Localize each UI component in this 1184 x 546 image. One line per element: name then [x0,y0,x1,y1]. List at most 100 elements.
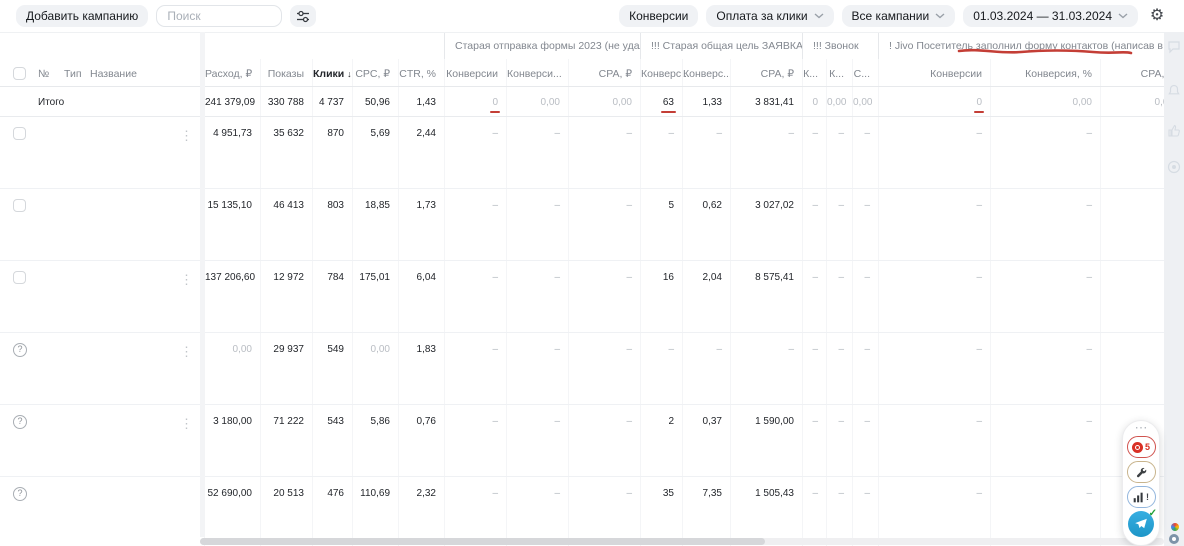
goal-group-label: !!! Звонок [813,40,859,52]
metric-value: 0,00 [232,344,252,355]
collapsed-side-panel [1164,32,1184,546]
column-header-name: Название [90,68,137,80]
table-row: ? ⋮ 3 180,00 71 222 543 5,86 0,76– – –2 0,37 1 590… [0,405,1182,477]
metric-cell: 110,69 [352,477,398,546]
metric-cell: – [852,117,878,188]
metric-value: – [716,128,722,139]
date-range-dropdown[interactable]: 01.03.2024 — 31.03.2024 [963,5,1138,27]
column-header[interactable]: CTR, % [398,59,444,86]
metric-cell: 16 [640,261,682,332]
horizontal-scrollbar-track[interactable] [200,538,1164,545]
metric-value: 1,33 [702,97,722,108]
metric-value: 4 737 [318,97,344,108]
row-fixed-column: ? ⋮ [0,405,204,476]
metric-cell: – [852,189,878,260]
question-status-icon[interactable]: ? [13,487,27,501]
metric-value: – [626,344,632,355]
column-header[interactable]: Конверсии [878,59,990,86]
metric-cell: 7,35 [682,477,730,546]
column-header[interactable]: Конверсия, % [990,59,1100,86]
toolbar: Добавить кампанию Конверсии Оплата за кл… [0,0,1184,32]
stats-badge-button[interactable]: ! [1126,486,1156,508]
metric-cell: 8 575,41 [730,261,802,332]
metric-value: – [838,200,844,211]
row-menu-button[interactable]: ⋮ [180,417,193,430]
payment-model-dropdown[interactable]: Оплата за клики [706,5,834,27]
metric-cell: 3 180,00 [204,405,260,476]
metric-value: 20 513 [273,488,304,499]
metric-value: 549 [327,344,344,355]
metric-value: – [554,488,560,499]
metric-cell: – [990,189,1100,260]
blocker-badge-button[interactable]: 5 [1126,436,1156,458]
column-header[interactable]: Конверсии [444,59,506,86]
thumbs-up-icon [1167,124,1181,138]
column-header[interactable]: Конверс... [640,59,690,86]
column-header[interactable]: Показы [260,59,312,86]
campaign-filter-dropdown[interactable]: Все кампании [841,5,956,27]
horizontal-scrollbar-thumb[interactable] [200,538,765,545]
column-header[interactable]: CPA, ₽ [568,59,640,86]
tools-badge-button[interactable] [1126,461,1156,483]
metric-cell: – [802,189,826,260]
metric-cell: – [568,333,640,404]
add-campaign-button[interactable]: Добавить кампанию [16,5,149,27]
metric-cell: 476 [312,477,352,546]
metric-value: 3 831,41 [755,97,794,108]
metric-cell: 29 937 [260,333,312,404]
metric-value: 0,00 [540,97,560,108]
conversions-button[interactable]: Конверсии [619,5,699,27]
row-menu-button[interactable]: ⋮ [180,345,193,358]
settings-gear-button[interactable]: ⚙ [1146,5,1168,27]
select-all-checkbox[interactable] [13,67,26,80]
metric-value: 2,44 [416,128,436,139]
filter-button[interactable] [290,5,317,27]
metric-value: 52 690,00 [207,488,253,499]
telegram-button[interactable]: ✓ [1128,508,1157,537]
column-header[interactable]: Клики ↓ [312,59,352,86]
column-header[interactable]: К... [826,59,852,86]
metric-value: 5 [668,200,674,211]
metric-cell: 4 951,73 [204,117,260,188]
metric-cell: – [506,117,568,188]
metric-value: 0 [492,97,498,108]
metric-cell: 15 135,10 [204,189,260,260]
metric-value: 50,96 [364,97,390,108]
metric-value: – [838,272,844,283]
row-menu-button[interactable]: ⋮ [180,129,193,142]
row-menu-button[interactable]: ⋮ [180,273,193,286]
metric-value: 12 972 [273,272,304,283]
metric-value: 18,85 [364,200,390,211]
metric-cell: – [506,189,568,260]
metric-value: 0,00 [853,97,873,108]
row-checkbox[interactable] [13,199,26,212]
column-header[interactable]: Расход, ₽ [204,59,260,86]
metric-cell: 0,00 [568,87,640,116]
metric-value: – [788,344,794,355]
column-header[interactable]: К... [802,59,826,86]
metric-cell: – [506,333,568,404]
goal-group-header: !!! Старая общая цель ЗАЯВКА javasc... [640,33,802,59]
question-status-icon[interactable]: ? [13,343,27,357]
column-header[interactable]: Конверс... [682,59,732,86]
metric-cell: 0,00 [204,333,260,404]
metric-value: – [976,200,982,211]
yandex-direct-campaigns-screen: Добавить кампанию Конверсии Оплата за кл… [0,0,1184,546]
row-checkbox[interactable] [13,127,26,140]
metric-value: 29 937 [273,344,304,355]
search-input[interactable] [156,5,283,27]
metric-cell: 6,04 [398,261,444,332]
row-checkbox[interactable] [13,271,26,284]
column-header[interactable]: Конверси... [506,59,568,86]
metric-value: 241 379,09 [205,97,256,108]
column-header[interactable]: CPA, ₽ [730,59,802,86]
column-header[interactable]: С... [852,59,878,86]
metric-cell: – [990,333,1100,404]
metric-value: – [626,416,632,427]
metric-value: 175,01 [359,272,390,283]
widget-menu-dots[interactable]: ⋯ [1135,421,1148,434]
metric-cell: 0,00 [852,87,878,116]
question-status-icon[interactable]: ? [13,415,27,429]
column-header[interactable]: CPC, ₽ [352,59,398,86]
metric-cell: 175,01 [352,261,398,332]
